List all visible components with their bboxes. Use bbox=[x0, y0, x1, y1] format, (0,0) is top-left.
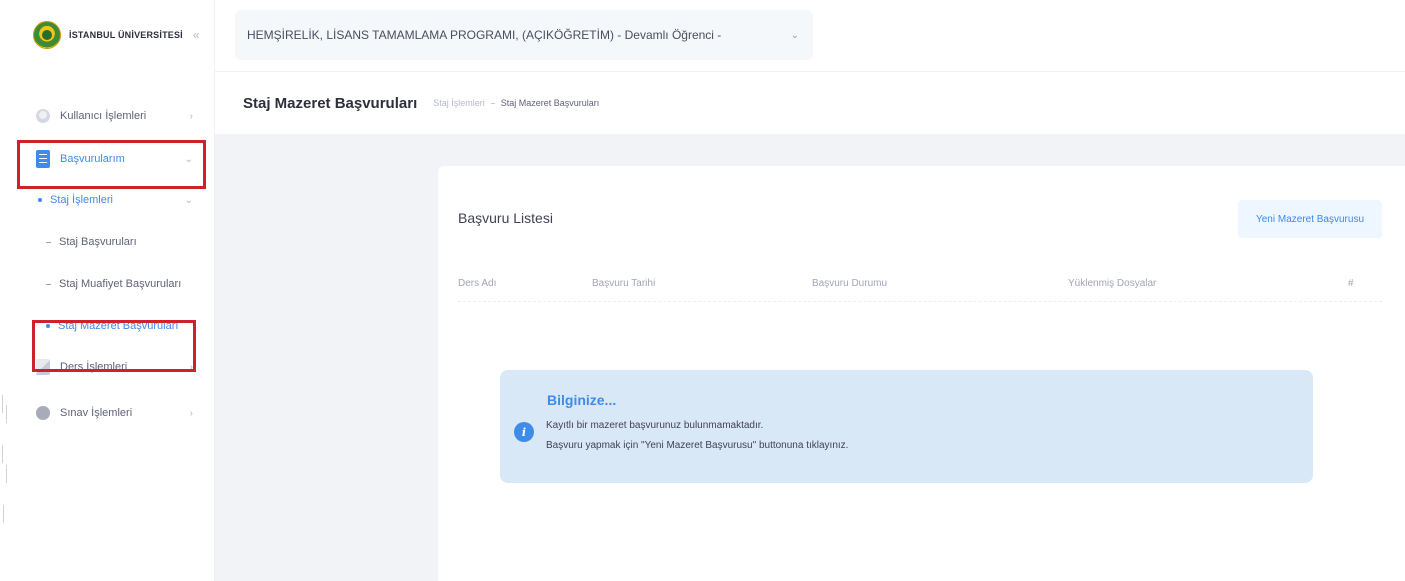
sidebar-item-staj-islemleri[interactable]: Staj İşlemleri ⌄ bbox=[0, 179, 215, 221]
bullet-dash-icon bbox=[46, 241, 51, 243]
sidebar-item-label: Kullanıcı İşlemleri bbox=[60, 110, 147, 122]
new-excuse-application-button[interactable]: Yeni Mazeret Başvurusu bbox=[1238, 200, 1382, 238]
sidebar-item-label: Başvurularım bbox=[60, 153, 125, 165]
chevron-right-icon: › bbox=[189, 361, 193, 373]
chevron-down-icon: ⌄ bbox=[790, 29, 799, 41]
scroll-icon bbox=[34, 150, 52, 168]
user-icon bbox=[34, 107, 52, 125]
card-title: Başvuru Listesi bbox=[458, 210, 553, 226]
sidebar-item-label: Ders İşlemleri bbox=[60, 361, 128, 373]
program-select-value: HEMŞİRELİK, LİSANS TAMAMLAMA PROGRAMI, (… bbox=[247, 28, 722, 42]
breadcrumb: Staj İşlemleri Staj Mazeret Başvuruları bbox=[433, 98, 599, 108]
decorative-edge bbox=[0, 395, 10, 555]
sidebar-item-sinav-islemleri[interactable]: Sınav İşlemleri › bbox=[0, 393, 215, 433]
breadcrumb-item-current: Staj Mazeret Başvuruları bbox=[500, 98, 600, 108]
sidebar-item-label: Staj İşlemleri bbox=[50, 194, 113, 206]
sidebar-item-label: Staj Mazeret Başvuruları bbox=[58, 320, 179, 332]
sidebar: İSTANBUL ÜNİVERSİTESİ « Kullanıcı İşleml… bbox=[0, 0, 215, 581]
bullet-dot-icon bbox=[46, 324, 50, 328]
exam-icon bbox=[34, 404, 52, 422]
alert-message-line2: Başvuru yapmak için "Yeni Mazeret Başvur… bbox=[546, 440, 849, 451]
column-header-yuklenmis-dosyalar[interactable]: Yüklenmiş Dosyalar bbox=[1068, 278, 1156, 289]
sidebar-item-label: Sınav İşlemleri bbox=[60, 407, 133, 419]
column-header-ders-adi[interactable]: Ders Adı bbox=[458, 278, 496, 289]
table-header: Ders Adı Başvuru Tarihi Başvuru Durumu Y… bbox=[458, 270, 1382, 302]
sidebar-item-label: Staj Muafiyet Başvuruları bbox=[59, 278, 182, 290]
top-bar: HEMŞİRELİK, LİSANS TAMAMLAMA PROGRAMI, (… bbox=[215, 0, 1405, 72]
application-list-card: Başvuru Listesi Yeni Mazeret Başvurusu D… bbox=[438, 166, 1405, 581]
page-title: Staj Mazeret Başvuruları bbox=[243, 94, 418, 112]
program-select[interactable]: HEMŞİRELİK, LİSANS TAMAMLAMA PROGRAMI, (… bbox=[235, 10, 813, 60]
column-header-basvuru-durumu[interactable]: Başvuru Durumu bbox=[812, 278, 887, 289]
logo-row: İSTANBUL ÜNİVERSİTESİ « bbox=[0, 0, 215, 70]
alert-title: Bilginize... bbox=[547, 392, 617, 408]
bullet-dot-icon bbox=[38, 198, 42, 202]
collapse-sidebar-icon[interactable]: « bbox=[193, 28, 200, 42]
sidebar-item-staj-basvurulari[interactable]: Staj Başvuruları bbox=[0, 221, 215, 263]
alert-message-line1: Kayıtlı bir mazeret başvurunuz bulunmama… bbox=[546, 420, 764, 431]
breadcrumb-item-staj-islemleri[interactable]: Staj İşlemleri bbox=[433, 98, 485, 108]
chevron-right-icon: › bbox=[189, 407, 193, 419]
sidebar-menu: Kullanıcı İşlemleri › Başvurularım ⌄ Sta… bbox=[0, 96, 215, 433]
sidebar-item-kullanici-islemleri[interactable]: Kullanıcı İşlemleri › bbox=[0, 96, 215, 136]
column-header-basvuru-tarihi[interactable]: Başvuru Tarihi bbox=[592, 278, 655, 289]
chevron-down-icon: ⌄ bbox=[184, 194, 193, 206]
info-icon: i bbox=[514, 422, 534, 442]
title-bar: Staj Mazeret Başvuruları Staj İşlemleri … bbox=[215, 72, 1405, 134]
column-header-actions: # bbox=[1348, 278, 1354, 289]
info-alert: i Bilginize... Kayıtlı bir mazeret başvu… bbox=[500, 370, 1313, 483]
sidebar-item-ders-islemleri[interactable]: Ders İşlemleri › bbox=[0, 347, 215, 387]
university-name: İSTANBUL ÜNİVERSİTESİ bbox=[69, 30, 183, 40]
breadcrumb-separator bbox=[490, 102, 495, 104]
bullet-dash-icon bbox=[46, 283, 51, 285]
chevron-down-icon: ⌄ bbox=[184, 153, 193, 165]
chevron-right-icon: › bbox=[189, 110, 193, 122]
book-icon bbox=[34, 358, 52, 376]
sidebar-item-staj-muafiyet-basvurulari[interactable]: Staj Muafiyet Başvuruları bbox=[0, 263, 215, 305]
sidebar-item-label: Staj Başvuruları bbox=[59, 236, 137, 248]
sidebar-item-staj-mazeret-basvurulari[interactable]: Staj Mazeret Başvuruları bbox=[0, 305, 215, 347]
university-logo bbox=[33, 21, 61, 49]
sidebar-item-basvurularim[interactable]: Başvurularım ⌄ bbox=[0, 139, 215, 179]
